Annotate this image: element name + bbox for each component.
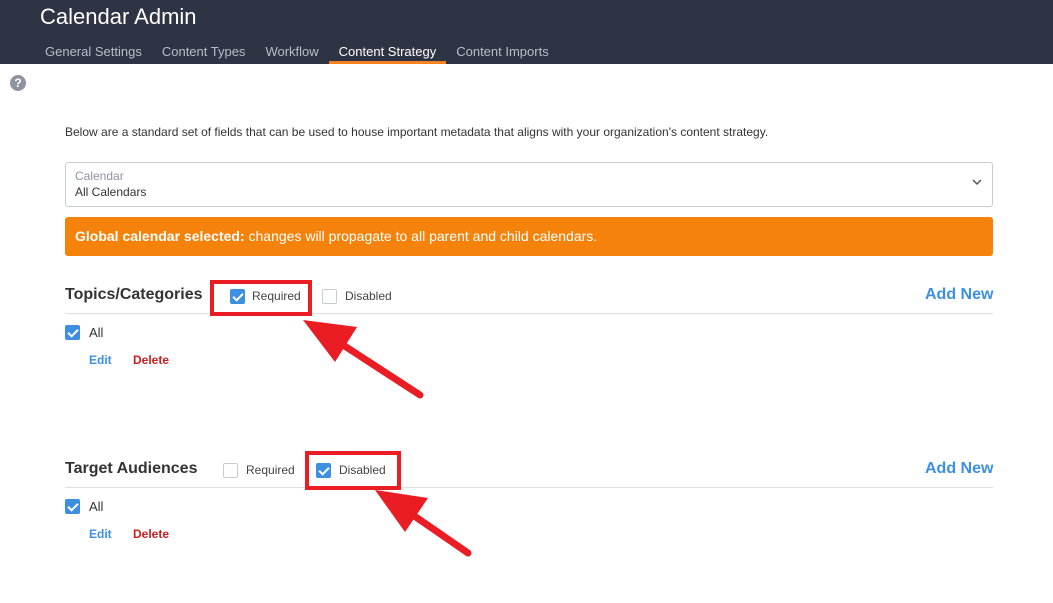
global-calendar-alert: Global calendar selected: changes will p… (65, 217, 993, 256)
intro-text: Below are a standard set of fields that … (65, 125, 769, 139)
topics-item-delete-link[interactable]: Delete (133, 353, 169, 367)
audiences-item-edit-link[interactable]: Edit (89, 527, 112, 541)
calendar-select-value: All Calendars (75, 185, 147, 199)
required-highlight-box (210, 280, 312, 316)
topics-item-label: All (89, 325, 104, 340)
alert-text: changes will propagate to all parent and… (244, 228, 598, 244)
chevron-down-icon (972, 177, 982, 189)
audiences-divider (65, 487, 993, 488)
tab-workflow[interactable]: Workflow (255, 40, 328, 64)
tab-bar: General Settings Content Types Workflow … (35, 40, 559, 64)
top-bar: Calendar Admin General Settings Content … (0, 0, 1053, 64)
audiences-item-delete-link[interactable]: Delete (133, 527, 169, 541)
arrow-to-required (303, 320, 424, 399)
calendar-select[interactable]: Calendar All Calendars (65, 162, 993, 207)
topics-item-edit-link[interactable]: Edit (89, 353, 112, 367)
tab-content-imports[interactable]: Content Imports (446, 40, 559, 64)
topics-disabled-label: Disabled (345, 289, 392, 303)
audiences-item-checkbox[interactable] (65, 499, 80, 514)
section-title-audiences: Target Audiences (65, 460, 198, 477)
app-title: Calendar Admin (40, 4, 197, 29)
tab-content-strategy[interactable]: Content Strategy (328, 40, 447, 64)
calendar-select-label: Calendar (75, 169, 124, 183)
arrow-to-disabled (375, 490, 472, 557)
topics-item-checkbox[interactable] (65, 325, 80, 340)
tab-general-settings[interactable]: General Settings (35, 40, 152, 64)
audiences-item-label: All (89, 499, 104, 514)
help-icon[interactable]: ? (10, 75, 26, 91)
audiences-add-new-button[interactable]: Add New (925, 460, 993, 478)
audiences-required-label: Required (246, 463, 295, 477)
topics-add-new-button[interactable]: Add New (925, 286, 993, 304)
disabled-highlight-box (305, 451, 401, 490)
topics-divider (65, 313, 993, 314)
topics-disabled-checkbox[interactable] (322, 289, 337, 304)
section-title-topics: Topics/Categories (65, 286, 203, 303)
audiences-required-checkbox[interactable] (223, 463, 238, 478)
tab-content-types[interactable]: Content Types (152, 40, 256, 64)
alert-bold-text: Global calendar selected: (75, 228, 245, 244)
